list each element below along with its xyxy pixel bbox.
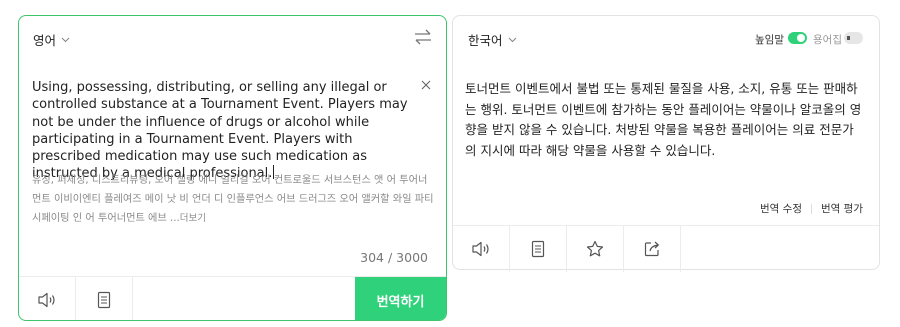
chevron-down-icon [61,37,70,42]
more-link[interactable]: 더보기 [180,213,206,224]
source-language-label: 영어 [33,33,57,48]
copy-translation-button[interactable] [510,226,566,272]
copy-icon [531,240,545,258]
swap-icon[interactable] [413,28,433,46]
edit-translation-link[interactable]: 번역 수정 [760,201,802,216]
rate-translation-link[interactable]: 번역 평가 [821,201,863,216]
speaker-icon [38,292,55,308]
char-count: 304 / 3000 [360,250,428,265]
source-text-value: Using, possessing, distributing, or sell… [32,80,408,182]
translate-button[interactable]: 번역하기 [355,277,446,320]
target-language-label: 한국어 [468,33,503,48]
source-toolbar: 번역하기 [19,276,446,320]
pronunciation-text: 유징, 퍼제싱, 디스트리뷰팅, 오어 셀링 에니 일리걸 오어 컨트로울드 서… [32,171,434,228]
listen-translation-button[interactable] [453,226,509,272]
source-language-select[interactable]: 영어 [33,30,70,49]
share-icon [644,241,659,257]
link-divider [811,204,812,214]
copy-source-button[interactable] [76,277,132,320]
target-language-select[interactable]: 한국어 [468,30,517,49]
speaker-icon [472,241,489,257]
copy-icon [97,291,111,309]
glossary-toggle[interactable] [844,32,863,44]
translation-text: 토너먼트 이벤트에서 불법 또는 통제된 물질을 사용, 소지, 유통 또는 판… [465,81,862,158]
pronunciation-value: 유징, 퍼제싱, 디스트리뷰팅, 오어 셀링 에니 일리걸 오어 컨트로울드 서… [32,175,434,224]
source-panel: 영어 Using, possessing, distributing, or s… [18,15,447,321]
glossary-label: 용어집 [813,34,842,46]
listen-source-button[interactable] [19,277,75,320]
close-icon[interactable] [421,80,431,90]
source-text-input[interactable]: Using, possessing, distributing, or sell… [32,79,412,183]
target-toolbar [453,225,879,272]
star-icon [586,240,604,257]
target-panel: 한국어 높임말 용어집 토너먼트 이벤트에서 불법 또는 통제된 물질을 사용,… [452,15,880,272]
favorite-button[interactable] [567,226,623,272]
chevron-down-icon [508,37,516,42]
honorific-label: 높임말 [755,34,784,46]
share-button[interactable] [624,226,680,272]
honorific-toggle[interactable] [788,32,807,44]
